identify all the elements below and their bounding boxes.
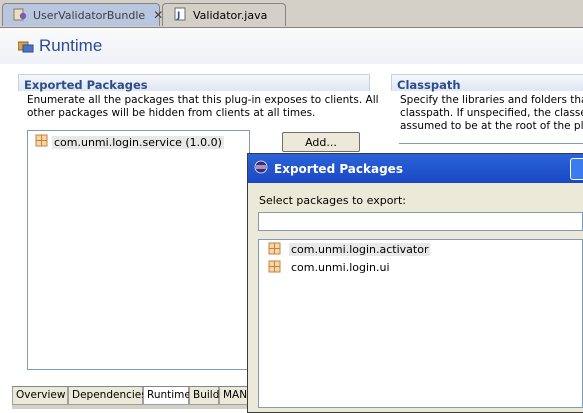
tab-overview[interactable]: Overview [12, 387, 68, 405]
description-line: Specify the libraries and folders that c [400, 94, 583, 106]
svg-text:J: J [176, 11, 180, 21]
description-line: classpath. If unspecified, the classes [400, 107, 583, 119]
close-button[interactable] [570, 158, 583, 180]
description-line: Enumerate all the packages that this plu… [27, 94, 379, 106]
exported-packages-section-header: Exported Packages [18, 74, 370, 92]
classpath-section-header: Classpath [391, 74, 583, 92]
editor-tab-strip: UserValidatorBundle ✕ J Validator.java [0, 0, 583, 28]
dialog-title: Exported Packages [274, 161, 403, 176]
package-icon [35, 134, 48, 150]
list-item[interactable]: com.unmi.login.ui [259, 259, 582, 276]
description-line: assumed to be at the root of the plug- [400, 120, 583, 132]
page-title: Runtime [39, 36, 103, 55]
add-button[interactable]: Add... [282, 132, 360, 152]
section-title: Classpath [397, 78, 461, 92]
tab-label: Validator.java [193, 8, 268, 22]
java-file-icon: J [173, 7, 187, 24]
runtime-icon [17, 39, 34, 56]
package-icon [268, 260, 281, 276]
package-filter-input[interactable] [258, 212, 583, 231]
package-icon [268, 242, 281, 258]
eclipse-icon [254, 160, 268, 177]
classpath-list[interactable] [399, 143, 583, 145]
list-item[interactable]: com.unmi.login.activator [259, 241, 582, 258]
description-line: other packages will be hidden from clien… [27, 107, 316, 119]
tab-build[interactable]: Build [189, 387, 219, 405]
list-item[interactable]: com.unmi.login.service (1.0.0) [28, 133, 249, 151]
tab-validator-java[interactable]: J Validator.java [162, 3, 286, 26]
tab-dependencies[interactable]: Dependencies [68, 387, 147, 405]
exported-packages-description: Enumerate all the packages that this plu… [27, 94, 379, 120]
package-label: com.unmi.login.activator [289, 243, 431, 256]
section-title: Exported Packages [24, 78, 148, 92]
classpath-description: Specify the libraries and folders that c… [400, 94, 583, 133]
tab-uservalidatorbundle[interactable]: UserValidatorBundle ✕ [2, 3, 163, 26]
dialog-title-bar[interactable]: Exported Packages [248, 154, 583, 183]
editor-page-tabs: Overview Dependencies Runtime Build MAN [12, 386, 252, 409]
dialog-prompt: Select packages to export: [259, 194, 406, 207]
plugin-manifest-icon [13, 7, 27, 24]
package-selection-list[interactable]: com.unmi.login.activator com.unmi.login.… [258, 239, 583, 408]
package-label: com.unmi.login.ui [291, 261, 390, 274]
package-label: com.unmi.login.service (1.0.0) [52, 135, 224, 149]
tab-label: UserValidatorBundle [33, 8, 146, 22]
tab-runtime[interactable]: Runtime [143, 387, 191, 405]
exported-packages-list[interactable]: com.unmi.login.service (1.0.0) [27, 130, 250, 370]
